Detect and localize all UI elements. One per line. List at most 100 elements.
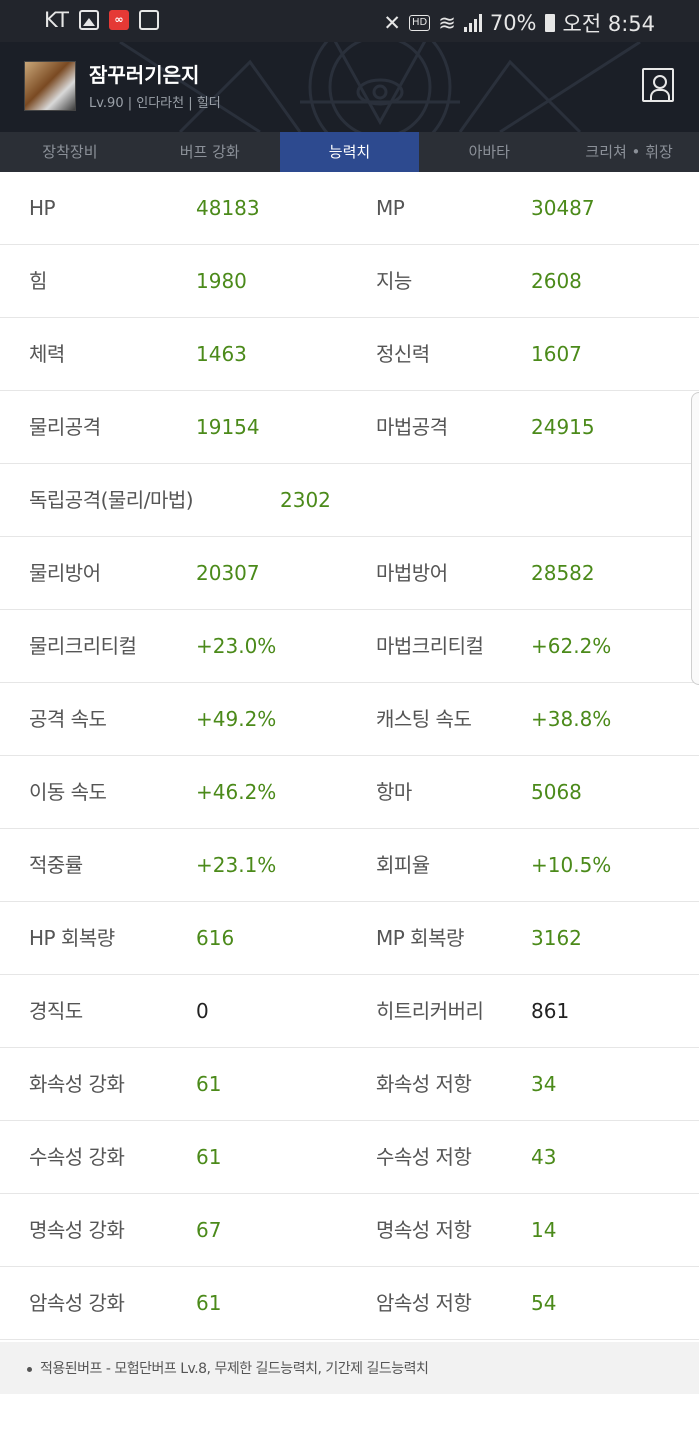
stat-value: 28582 xyxy=(531,561,595,585)
stat-label: 항마 xyxy=(376,780,412,804)
stat-value: +62.2% xyxy=(531,634,612,658)
stats-table: HP 48183 MP 30487 힘 1980 지능 2608 체력 1463… xyxy=(0,172,699,1340)
stat-label: 공격 속도 xyxy=(29,707,107,731)
stat-value: 1980 xyxy=(196,269,247,293)
hd-voice-icon: HD xyxy=(408,15,431,31)
stat-label: HP xyxy=(29,196,56,220)
tab-buff-enhance[interactable]: 버프 강화 xyxy=(140,132,280,172)
stat-label: 화속성 강화 xyxy=(29,1072,125,1096)
stat-value: 48183 xyxy=(196,196,260,220)
character-header: 잠꾸러기은지 Lv.90 | 인다라천 | 힐더 xyxy=(0,42,699,132)
stat-row: 물리방어 20307 마법방어 28582 xyxy=(0,537,699,610)
stat-value: 30487 xyxy=(531,196,595,220)
app-notification-icon: ∞ xyxy=(108,10,129,30)
stat-label: MP xyxy=(376,196,405,220)
stat-label: 명속성 저항 xyxy=(376,1218,472,1242)
stat-row: 체력 1463 정신력 1607 xyxy=(0,318,699,391)
status-right: ✕ HD ≋ 70% 오전 8:54 xyxy=(383,8,655,38)
status-left: KT ∞ xyxy=(44,8,159,32)
buff-note: 적용된버프 - 모험단버프 Lv.8, 무제한 길드능력치, 기간제 길드능력치 xyxy=(40,1361,429,1377)
stat-label: 적중률 xyxy=(29,853,83,877)
stat-value: 3162 xyxy=(531,926,582,950)
stat-value: 61 xyxy=(196,1145,222,1169)
stat-value: 861 xyxy=(531,999,570,1023)
stat-row: HP 회복량 616 MP 회복량 3162 xyxy=(0,902,699,975)
clock: 오전 8:54 xyxy=(562,12,655,36)
stat-value: 54 xyxy=(531,1291,557,1315)
stat-label: 히트리커버리 xyxy=(376,999,484,1023)
tab-creature-emblem[interactable]: 크리쳐 • 휘장 xyxy=(559,132,699,172)
stat-label: 마법크리티컬 xyxy=(376,634,484,658)
battery-percent: 70% xyxy=(489,11,537,35)
stat-value: 61 xyxy=(196,1291,222,1315)
stat-value: 2608 xyxy=(531,269,582,293)
status-bar: KT ∞ ✕ HD ≋ 70% 오전 8:54 xyxy=(0,0,699,42)
stat-value: 5068 xyxy=(531,780,582,804)
stat-label: 독립공격(물리/마법) xyxy=(29,488,194,512)
stat-label: 명속성 강화 xyxy=(29,1218,125,1242)
stat-value: 616 xyxy=(196,926,235,950)
stat-row: 수속성 강화 61 수속성 저항 43 xyxy=(0,1121,699,1194)
character-info: Lv.90 | 인다라천 | 힐더 xyxy=(89,96,221,111)
stat-label: 힘 xyxy=(29,269,47,293)
stat-value: +10.5% xyxy=(531,853,612,877)
tab-bar: 장착장비 버프 강화 능력치 아바타 크리쳐 • 휘장 xyxy=(0,132,699,172)
character-name: 잠꾸러기은지 xyxy=(89,63,200,87)
stat-value: +38.8% xyxy=(531,707,612,731)
gallery-icon xyxy=(78,10,99,30)
stat-label: 물리방어 xyxy=(29,561,101,585)
stat-value: 61 xyxy=(196,1072,222,1096)
stat-label: 지능 xyxy=(376,269,412,293)
stat-value: 19154 xyxy=(196,415,260,439)
stat-value: 24915 xyxy=(531,415,595,439)
tab-stats[interactable]: 능력치 xyxy=(279,132,420,172)
wifi-icon: ≋ xyxy=(438,11,456,35)
stat-value: 2302 xyxy=(280,488,331,512)
screenshot-icon xyxy=(138,10,159,30)
stat-value: 1463 xyxy=(196,342,247,366)
stat-label: 이동 속도 xyxy=(29,780,107,804)
stat-row: 화속성 강화 61 화속성 저항 34 xyxy=(0,1048,699,1121)
carrier-label: KT xyxy=(44,8,69,32)
stat-label: 마법방어 xyxy=(376,561,448,585)
stat-label: 정신력 xyxy=(376,342,430,366)
mute-icon: ✕ xyxy=(383,11,401,35)
stat-label: 암속성 저항 xyxy=(376,1291,472,1315)
stat-row: HP 48183 MP 30487 xyxy=(0,172,699,245)
stat-value: +49.2% xyxy=(196,707,277,731)
profile-icon[interactable] xyxy=(642,68,674,102)
tab-avatar[interactable]: 아바타 xyxy=(419,132,559,172)
stat-label: 회피율 xyxy=(376,853,430,877)
buff-note-line: 적용된버프 - 모험단버프 Lv.8, 무제한 길드능력치, 기간제 길드능력치 xyxy=(27,1358,429,1378)
stat-value: 34 xyxy=(531,1072,557,1096)
stat-value: 1607 xyxy=(531,342,582,366)
stat-label: 물리공격 xyxy=(29,415,101,439)
stat-value: +46.2% xyxy=(196,780,277,804)
stat-row: 이동 속도 +46.2% 항마 5068 xyxy=(0,756,699,829)
stat-label: 체력 xyxy=(29,342,65,366)
stat-label: 수속성 강화 xyxy=(29,1145,125,1169)
signal-icon xyxy=(463,14,482,32)
stat-value: 14 xyxy=(531,1218,557,1242)
stat-value: 0 xyxy=(196,999,209,1023)
stat-row: 독립공격(물리/마법) 2302 xyxy=(0,464,699,537)
stat-row: 물리공격 19154 마법공격 24915 xyxy=(0,391,699,464)
stat-label: 암속성 강화 xyxy=(29,1291,125,1315)
stat-label: 화속성 저항 xyxy=(376,1072,472,1096)
character-avatar xyxy=(24,61,76,111)
stat-value: 20307 xyxy=(196,561,260,585)
stat-value: 43 xyxy=(531,1145,557,1169)
stat-row: 경직도 0 히트리커버리 861 xyxy=(0,975,699,1048)
battery-icon xyxy=(544,14,555,32)
tab-equipment[interactable]: 장착장비 xyxy=(0,132,140,172)
stat-label: 마법공격 xyxy=(376,415,448,439)
stat-row: 명속성 강화 67 명속성 저항 14 xyxy=(0,1194,699,1267)
stat-label: HP 회복량 xyxy=(29,926,115,950)
stat-label: 경직도 xyxy=(29,999,83,1023)
stat-row: 적중률 +23.1% 회피율 +10.5% xyxy=(0,829,699,902)
stat-label: 물리크리티컬 xyxy=(29,634,137,658)
stat-value: 67 xyxy=(196,1218,222,1242)
bullet-icon xyxy=(27,1366,32,1372)
side-panel-handle[interactable] xyxy=(691,392,699,685)
stat-value: +23.1% xyxy=(196,853,277,877)
